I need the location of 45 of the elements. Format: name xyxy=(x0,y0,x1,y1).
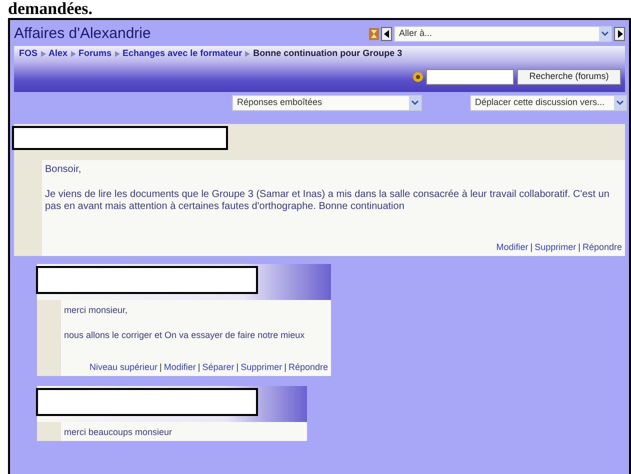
right-arrow-icon xyxy=(616,30,622,38)
help-icon xyxy=(413,72,423,82)
post-text: merci monsieur, xyxy=(64,304,129,316)
post-action-link[interactable]: Niveau supérieur xyxy=(89,361,158,373)
breadcrumb-current: Bonne continuation pour Groupe 3 xyxy=(253,47,402,60)
post-action-link[interactable]: Modifier xyxy=(496,241,528,253)
jump-menu-select[interactable]: Aller à... xyxy=(394,26,612,42)
hourglass-icon xyxy=(369,28,379,40)
post-action-link[interactable]: Séparer xyxy=(202,361,234,373)
breadcrumb-arrow-icon xyxy=(70,51,76,57)
document-caption: demandées. xyxy=(7,0,94,18)
post-side-column xyxy=(37,422,61,441)
separator-text: | xyxy=(578,241,580,253)
left-arrow-icon xyxy=(384,30,390,38)
post-action-link[interactable]: Répondre xyxy=(288,361,328,373)
post-action-link[interactable]: Supprimer xyxy=(534,241,576,253)
search-forums-button[interactable]: Recherche (forums) xyxy=(517,69,621,85)
post-text: nous allons le corriger et On va essayer de faire notre mieux xyxy=(64,329,306,341)
separator-text: | xyxy=(160,361,162,373)
move-discussion-select[interactable]: Déplacer cette discussion vers... xyxy=(470,95,627,111)
dropdown-caret-icon xyxy=(409,96,421,110)
dropdown-caret-icon xyxy=(599,27,611,41)
course-title: Affaires d'Alexandrie xyxy=(14,24,151,44)
separator-text: | xyxy=(236,361,239,373)
breadcrumb-link[interactable]: Alex xyxy=(48,47,68,61)
separator-text: | xyxy=(284,361,286,373)
breadcrumb-link[interactable]: Echanges avec le formateur xyxy=(122,47,242,61)
breadcrumb-arrow-icon xyxy=(114,51,120,57)
next-button[interactable] xyxy=(614,27,625,41)
post-text: Je viens de lire les documents que le Groupe 3 (Samar et Inas) a mis dans la salle consacrée à leur travail collaboratif. C'est un pas en avant mais attention à certaines fautes d'orthographe. Bonne continuation xyxy=(45,189,610,213)
breadcrumb-link[interactable]: FOS xyxy=(19,47,38,61)
breadcrumb-arrow-icon xyxy=(245,51,250,57)
search-input-field[interactable] xyxy=(426,69,514,85)
post-action-link[interactable]: Répondre xyxy=(582,241,622,253)
post-action-link[interactable]: Supprimer xyxy=(240,361,282,373)
post-action-link[interactable]: Modifier xyxy=(164,361,196,373)
post-text: merci beaucoups monsieur xyxy=(64,426,174,438)
breadcrumb-arrow-icon xyxy=(40,51,46,57)
display-mode-select[interactable]: Réponses emboîtées xyxy=(232,95,422,111)
dropdown-caret-icon xyxy=(614,96,626,110)
breadcrumb-link[interactable]: Forums xyxy=(78,47,112,61)
separator-text: | xyxy=(530,241,533,253)
separator-text: | xyxy=(198,361,200,373)
previous-button[interactable] xyxy=(381,27,392,41)
post-text: Bonsoir, xyxy=(45,164,82,176)
